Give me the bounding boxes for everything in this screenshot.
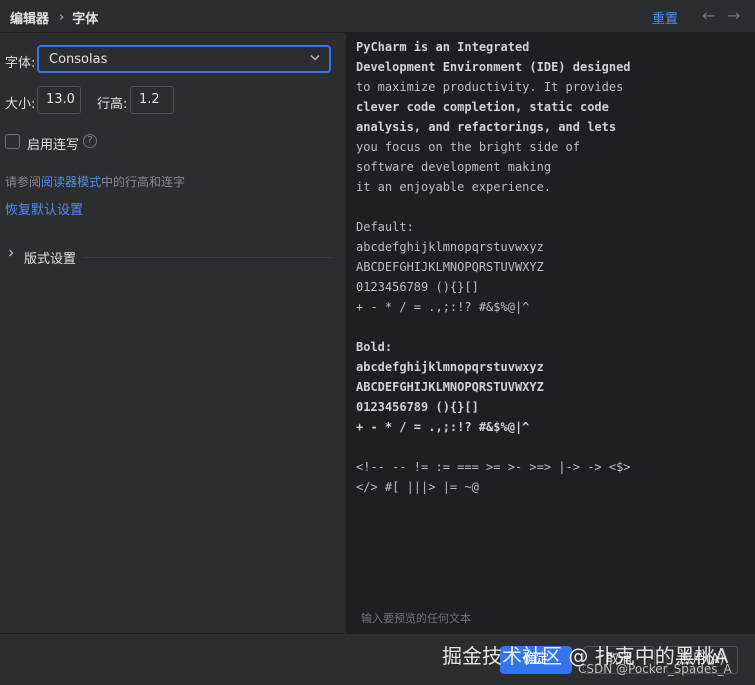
back-arrow-icon[interactable]: ←: [702, 6, 715, 25]
size-label: 大小:: [5, 97, 36, 112]
preview-line: software development making: [356, 160, 552, 174]
preview-line: analysis, and refactorings, and lets: [356, 120, 617, 134]
breadcrumb: 编辑器 › 字体: [10, 8, 98, 27]
preview-line: you focus on the bright side of: [356, 140, 580, 154]
font-family-value: Consolas: [49, 52, 108, 67]
preview-placeholder: 输入要预览的任何文本: [361, 612, 471, 625]
preview-line: abcdefghijklmnopqrstuvwxyz: [356, 240, 544, 254]
settings-header: 编辑器 › 字体 重置 ← →: [0, 0, 755, 33]
reader-mode-hint: 请参阅阅读器模式中的行高和连字: [5, 173, 185, 190]
font-family-select[interactable]: Consolas: [37, 45, 331, 73]
preview-line: 0123456789 (){}[]: [356, 280, 479, 294]
hint-prefix: 请参阅: [5, 175, 42, 189]
preview-line: to maximize productivity. It provides: [356, 80, 624, 94]
reset-link[interactable]: 重置: [652, 8, 678, 27]
preview-line: [356, 317, 631, 337]
preview-line: + - * / = .,;:!? #&$%@|^: [356, 300, 530, 314]
line-height-label: 行高:: [97, 97, 128, 112]
section-divider: [82, 257, 332, 258]
preview-line: Bold:: [356, 340, 393, 354]
restore-defaults-link[interactable]: 恢复默认设置: [5, 199, 83, 218]
preview-line: [356, 437, 631, 457]
preview-line: ABCDEFGHIJKLMNOPQRSTUVWXYZ: [356, 260, 544, 274]
font-size-input[interactable]: 13.0: [37, 86, 81, 114]
preview-line: ABCDEFGHIJKLMNOPQRSTUVWXYZ: [356, 380, 544, 394]
ligatures-checkbox[interactable]: [5, 134, 20, 149]
help-icon[interactable]: ?: [83, 134, 97, 148]
preview-text: PyCharm is an Integrated Development Envi…: [356, 37, 631, 497]
watermark-sub: CSDN @Pocker_Spades_A: [578, 662, 732, 676]
chevron-right-icon[interactable]: [6, 247, 16, 261]
preview-line: PyCharm is an Integrated: [356, 40, 530, 54]
preview-line: it an enjoyable experience.: [356, 180, 552, 194]
preview-line: Default:: [356, 220, 414, 234]
chevron-down-icon: [309, 51, 321, 66]
line-height-input[interactable]: 1.2: [130, 86, 174, 114]
breadcrumb-parent[interactable]: 编辑器: [10, 12, 49, 27]
font-settings-panel: 字体: Consolas 大小: 13.0 行高: 1.2 启用连写 ? 请参阅…: [0, 33, 346, 633]
preview-line: Development Environment (IDE) designed: [356, 60, 631, 74]
preview-line: <!-- -- != := === >= >- >=> |-> -> <$>: [356, 460, 631, 474]
font-label: 字体:: [5, 56, 36, 71]
forward-arrow-icon[interactable]: →: [727, 6, 740, 25]
preview-line: </> #[ |||> |= ~@: [356, 480, 479, 494]
preview-line: + - * / = .,;:!? #&$%@|^: [356, 420, 530, 434]
chevron-right-icon: ›: [59, 10, 65, 25]
hint-suffix: 中的行高和连字: [101, 175, 186, 189]
reader-mode-link[interactable]: 阅读器模式: [41, 175, 101, 189]
preview-line: [356, 197, 631, 217]
typography-section-toggle[interactable]: 版式设置: [24, 248, 76, 267]
preview-line: 0123456789 (){}[]: [356, 400, 479, 414]
font-preview-editor[interactable]: PyCharm is an Integrated Development Envi…: [347, 33, 755, 633]
preview-line: abcdefghijklmnopqrstuvwxyz: [356, 360, 544, 374]
preview-line: clever code completion, static code: [356, 100, 609, 114]
breadcrumb-current: 字体: [72, 12, 99, 27]
ligatures-label[interactable]: 启用连写: [27, 134, 79, 153]
